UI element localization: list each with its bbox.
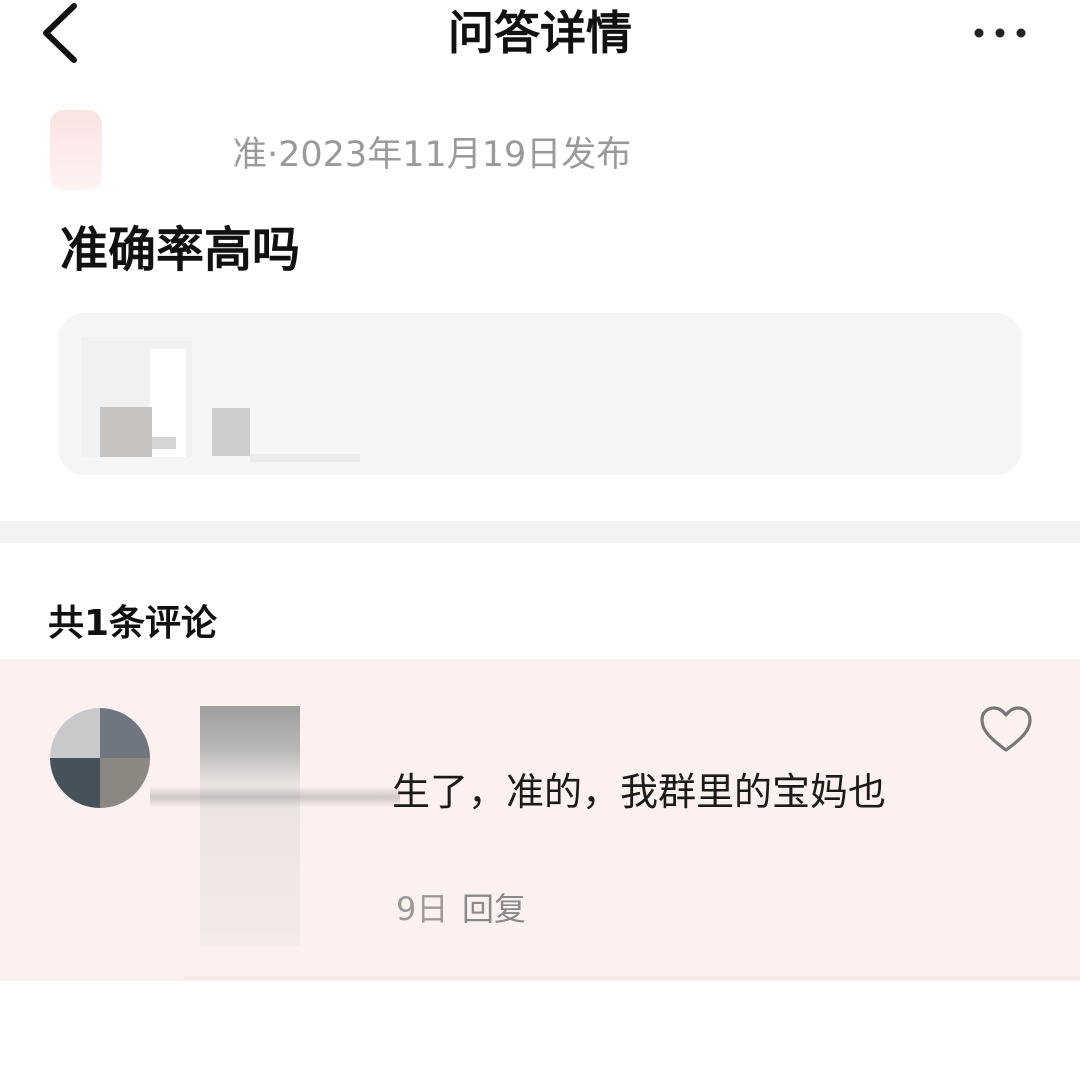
comment-divider <box>184 977 1080 979</box>
author-avatar[interactable] <box>50 110 102 190</box>
more-button[interactable] <box>960 8 1040 58</box>
more-horizontal-icon <box>974 28 1026 38</box>
comment-time: 9日 <box>396 890 449 928</box>
redaction-smear <box>150 786 400 808</box>
post-meta: 准·2023年11月19日发布 <box>232 135 632 175</box>
commenter-avatar[interactable] <box>50 708 150 808</box>
attachment-blur <box>190 330 370 470</box>
section-divider <box>0 521 1080 543</box>
author-name-redaction <box>140 130 236 180</box>
comment-item <box>0 659 1080 981</box>
comment-count: 共1条评论 <box>48 603 218 644</box>
comment-text: 生了，准的，我群里的宝妈也 <box>392 770 887 814</box>
heart-outline-icon <box>980 706 1032 752</box>
question-title: 准确率高吗 <box>60 222 301 278</box>
page-title: 问答详情 <box>448 6 632 60</box>
like-button[interactable] <box>978 704 1034 756</box>
attachment-image[interactable] <box>82 337 192 457</box>
reply-button[interactable]: 回复 <box>462 886 526 932</box>
commenter-name-redaction <box>200 706 300 946</box>
